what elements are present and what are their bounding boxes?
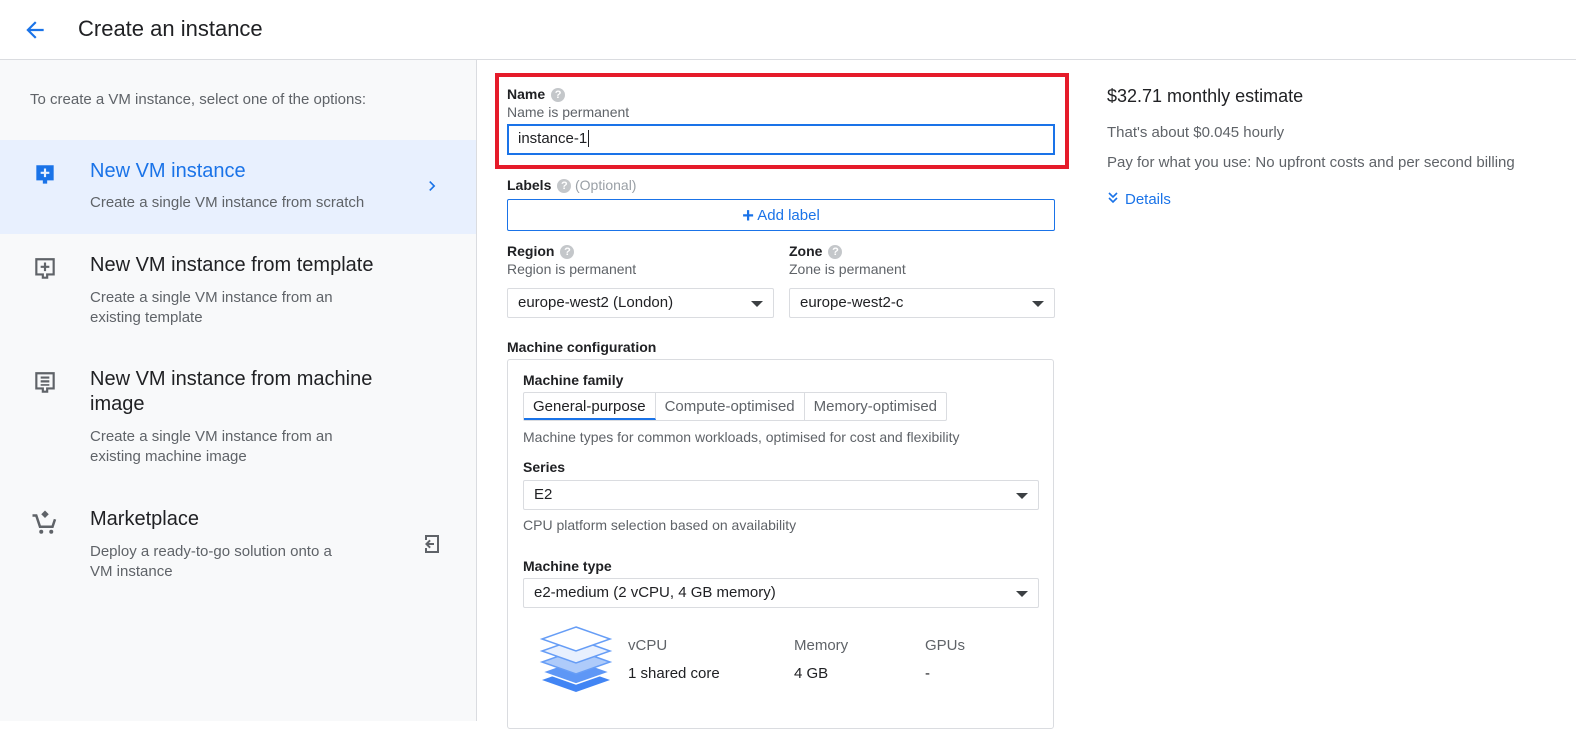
machine-type-value: e2-medium (2 vCPU, 4 GB memory) <box>534 584 776 601</box>
monthly-estimate: $32.71 monthly estimate <box>1107 86 1304 106</box>
add-box-icon <box>36 165 54 184</box>
zone-label-text: Zone <box>789 243 823 259</box>
option-from-template[interactable]: New VM instance from template Create a s… <box>0 240 476 340</box>
help-icon[interactable]: ? <box>828 245 843 259</box>
labels-optional: (Optional) <box>575 177 637 193</box>
option-title: New VM instance <box>90 160 246 182</box>
dropdown-arrow-icon <box>1032 301 1044 307</box>
option-desc: Deploy a ready-to-go solution onto a VM … <box>90 543 332 580</box>
hourly-estimate: That's about $0.045 hourly <box>1107 124 1285 141</box>
cart-icon <box>32 510 57 534</box>
series-desc: CPU platform selection based on availabi… <box>523 517 797 533</box>
tab-memory-optimised[interactable]: Memory-optimised <box>805 393 946 420</box>
gpus-value: - <box>925 665 930 682</box>
add-label-text: Add label <box>757 207 820 224</box>
machine-image-icon <box>35 372 55 393</box>
exit-to-app-icon[interactable] <box>420 532 444 556</box>
option-title: New VM instance from template <box>90 254 374 276</box>
details-link[interactable]: Details <box>1107 191 1171 208</box>
help-icon[interactable]: ? <box>560 245 575 259</box>
series-select[interactable]: E2 <box>523 480 1039 510</box>
memory-value: 4 GB <box>794 665 829 682</box>
region-sublabel: Region is permanent <box>507 261 637 277</box>
region-label-text: Region <box>507 243 555 259</box>
name-label-text: Name <box>507 86 546 102</box>
machine-family-desc: Machine types for common workloads, opti… <box>523 429 960 445</box>
text-cursor <box>588 130 590 147</box>
labels-label: Labels? <box>507 177 572 193</box>
zone-label: Zone? <box>789 243 843 259</box>
page-title: Create an instance <box>78 16 263 41</box>
option-desc: Create a single VM instance from an exis… <box>90 428 333 465</box>
zone-sublabel: Zone is permanent <box>789 261 906 277</box>
sidebar: To create a VM instance, select one of t… <box>0 60 477 721</box>
sidebar-intro: To create a VM instance, select one of t… <box>30 91 367 108</box>
option-from-machine-image[interactable]: New VM instance from machine image Creat… <box>0 360 476 480</box>
name-label: Name? <box>507 86 566 102</box>
machine-family-tabs: General-purpose Compute-optimised Memory… <box>523 392 948 421</box>
name-sublabel: Name is permanent <box>507 104 630 120</box>
option-desc: Create a single VM instance from scratch <box>90 194 365 211</box>
gpus-heading: GPUs <box>925 637 966 654</box>
name-input-value: instance-1 <box>518 130 588 147</box>
option-title: New VM instance from machine image <box>90 368 373 415</box>
series-label: Series <box>523 459 566 475</box>
plus-icon: + <box>742 205 754 227</box>
tab-general-purpose[interactable]: General-purpose <box>524 393 656 420</box>
machine-type-select[interactable]: e2-medium (2 vCPU, 4 GB memory) <box>523 578 1039 608</box>
vcpu-heading: vCPU <box>628 637 668 654</box>
region-value: europe-west2 (London) <box>518 294 674 311</box>
series-value: E2 <box>534 486 553 503</box>
double-chevron-down-icon <box>1108 192 1118 204</box>
zone-select[interactable]: europe-west2-c <box>789 288 1055 318</box>
dropdown-arrow-icon <box>1016 493 1028 499</box>
details-text: Details <box>1125 191 1171 208</box>
vcpu-value: 1 shared core <box>628 665 720 682</box>
name-input[interactable]: instance-1 <box>507 124 1055 155</box>
option-desc: Create a single VM instance from an exis… <box>90 289 333 326</box>
memory-heading: Memory <box>794 637 849 654</box>
option-title: Marketplace <box>90 508 199 530</box>
dropdown-arrow-icon <box>1016 591 1028 597</box>
back-arrow-icon[interactable] <box>22 17 48 43</box>
help-icon[interactable]: ? <box>557 179 572 193</box>
machine-config-heading: Machine configuration <box>507 339 657 355</box>
help-icon[interactable]: ? <box>551 88 566 102</box>
template-icon <box>35 258 55 279</box>
machine-stack-icon <box>539 626 613 692</box>
region-label: Region? <box>507 243 575 259</box>
zone-value: europe-west2-c <box>800 294 904 311</box>
labels-label-text: Labels <box>507 177 552 193</box>
machine-family-label: Machine family <box>523 372 624 388</box>
dropdown-arrow-icon <box>751 301 763 307</box>
tab-compute-optimised[interactable]: Compute-optimised <box>656 393 805 420</box>
machine-type-label: Machine type <box>523 558 612 574</box>
option-marketplace[interactable]: Marketplace Deploy a ready-to-go solutio… <box>0 500 476 600</box>
billing-note: Pay for what you use: No upfront costs a… <box>1107 154 1515 171</box>
add-label-button[interactable]: + Add label <box>507 199 1055 231</box>
option-new-vm-instance[interactable]: New VM instance Create a single VM insta… <box>0 140 476 234</box>
chevron-right-icon <box>429 181 436 191</box>
page-header: Create an instance <box>0 0 1576 60</box>
region-select[interactable]: europe-west2 (London) <box>507 288 774 318</box>
